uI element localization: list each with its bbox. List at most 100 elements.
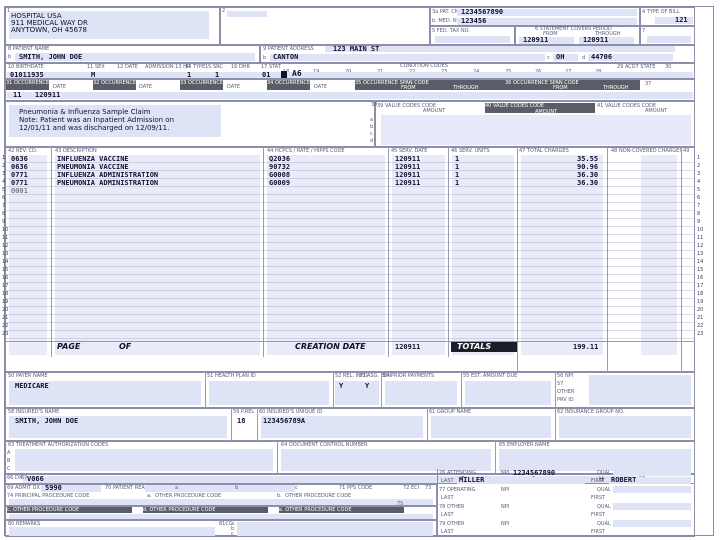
attending-qual-fill[interactable] xyxy=(613,469,691,476)
other-proc-fill[interactable] xyxy=(9,514,433,519)
field-7-fill[interactable] xyxy=(647,36,691,43)
col-sep xyxy=(333,372,334,408)
attending-last-value: MILLER xyxy=(459,476,485,484)
employer-label: 65 EMPLOYER NAME xyxy=(499,442,550,448)
payer-name-label: 50 PAYER NAME xyxy=(8,373,48,379)
row-separator xyxy=(5,274,695,275)
remarks-fill[interactable] xyxy=(9,527,215,536)
field-2-label: 2 xyxy=(222,8,226,14)
attending-qual-label: QUAL xyxy=(597,470,611,476)
other2-first-label: FIRST xyxy=(591,529,606,535)
fed-tax-fill[interactable] xyxy=(435,36,510,43)
asg-ben-value: Y xyxy=(365,382,370,390)
cc-fill[interactable] xyxy=(237,522,433,536)
field-2-fill[interactable] xyxy=(227,11,267,17)
other-label: OTHER xyxy=(557,389,575,395)
line-number: 6 xyxy=(2,195,6,201)
group-name-fill[interactable] xyxy=(431,416,551,438)
insured-name-value: SMITH, JOHN DOE xyxy=(15,417,79,425)
line-number: 7 xyxy=(2,203,6,209)
line-number: 5 xyxy=(697,187,701,193)
totals-label: TOTALS xyxy=(457,342,492,351)
occurrence-fill-a[interactable] xyxy=(7,92,693,99)
line-number: 1 xyxy=(2,155,6,161)
value-codes-39-amount: AMOUNT xyxy=(423,108,446,114)
row-separator xyxy=(5,330,695,331)
line-number: 19 xyxy=(697,299,704,305)
npi-56-label: 56 NPI xyxy=(557,373,574,379)
serv-units-header: 46 SERV. UNITS xyxy=(451,148,490,154)
occ-35-header: 35 OCCURRENCE SPAN CODE xyxy=(355,80,505,90)
dx-67-label: 67 xyxy=(21,475,28,481)
occ-33-header: 33 OCCURRENCE CODE xyxy=(180,80,239,90)
treatment-fill[interactable] xyxy=(15,449,273,471)
units-col-fill[interactable] xyxy=(452,155,514,355)
line-number: 3 xyxy=(697,171,701,177)
col-sep xyxy=(555,372,556,408)
health-plan-fill[interactable] xyxy=(209,381,329,405)
line-number: 11 xyxy=(2,235,9,241)
other1-qual-label: QUAL xyxy=(597,504,611,510)
other1-npi-label: NPI xyxy=(501,504,510,510)
row10-fill[interactable] xyxy=(7,72,693,78)
city-value: CANTON xyxy=(273,53,299,61)
payer-value: MEDICARE xyxy=(15,382,49,390)
eci-label: 72 ECI xyxy=(403,485,420,491)
birthdate-value: 01011935 xyxy=(10,71,44,79)
line-number: 14 xyxy=(2,259,9,265)
stat-marker xyxy=(281,71,287,78)
occ-34-header: 34 OCCURRENCE CODE xyxy=(267,80,326,90)
prior-pay-fill[interactable] xyxy=(385,381,457,405)
city-fill[interactable] xyxy=(270,54,545,61)
unique-id-label: 60 INSURED'S UNIQUE ID xyxy=(259,409,323,415)
p-rel-value: 18 xyxy=(237,417,246,425)
line-number: 2 xyxy=(697,163,701,169)
cc-c: c xyxy=(231,531,234,537)
est-amount-label: 55 EST. AMOUNT DUE xyxy=(463,373,518,379)
field-73-label: 73 xyxy=(425,485,432,491)
line-number: 12 xyxy=(2,243,9,249)
unique-id-value: 123456789A xyxy=(263,417,306,425)
reason-fill[interactable] xyxy=(145,485,295,492)
value-codes-fill[interactable] xyxy=(381,115,691,145)
treatment-row-b: B xyxy=(7,458,11,464)
birthdate-label: 10 BIRTHDATE xyxy=(8,64,44,70)
pat-cntl-value: 1234567890 xyxy=(461,8,504,16)
state-prefix: c xyxy=(547,55,550,61)
occ-31-header: 31 OCCURRENCE CODE xyxy=(6,80,65,90)
reason-c: c xyxy=(295,485,298,491)
row-separator xyxy=(5,290,695,291)
group-no-label: 62 INSURANCE GROUP NO. xyxy=(557,409,625,415)
line-number: 17 xyxy=(2,283,9,289)
doc-control-fill[interactable] xyxy=(281,449,491,471)
line-number: 21 xyxy=(2,315,9,321)
admission-type-value: 1 xyxy=(187,71,192,79)
dx-code-value: V066 xyxy=(27,475,44,483)
fed-tax-label: 5 FED. TAX NO. xyxy=(432,28,470,34)
remarks-line-2: Note: Patient was an Inpatient Admission… xyxy=(19,116,175,124)
reason-b: b xyxy=(235,485,239,491)
row-separator xyxy=(5,266,695,267)
admit-src-label: 15 SRC xyxy=(205,64,223,70)
principal-proc-fill[interactable] xyxy=(9,499,433,505)
group-name-label: 61 GROUP NAME xyxy=(429,409,472,415)
noncovered-col-fill[interactable] xyxy=(641,155,677,355)
other1-qual-fill[interactable] xyxy=(613,503,691,510)
npi-fill[interactable] xyxy=(589,375,691,405)
employer-fill[interactable] xyxy=(499,449,691,471)
creation-date-value: 120911 xyxy=(395,343,421,351)
operating-qual-fill[interactable] xyxy=(613,486,691,493)
other-proc-e-header: e. OTHER PROCEDURE CODE xyxy=(279,507,404,513)
line-number: 11 xyxy=(697,235,704,241)
line-number: 6 xyxy=(697,195,701,201)
row-separator xyxy=(5,234,695,235)
patient-name-label: 8 PATIENT NAME xyxy=(8,46,50,52)
zip-value: 44706 xyxy=(591,53,613,61)
line-number: 4 xyxy=(2,179,6,185)
sex-label: 11 SEX xyxy=(87,64,105,70)
group-no-fill[interactable] xyxy=(559,416,691,438)
other2-qual-fill[interactable] xyxy=(613,520,691,527)
est-amount-fill[interactable] xyxy=(465,381,551,405)
field-37-label: 37 xyxy=(645,81,652,87)
operating-label: 77 OPERATING xyxy=(439,487,476,493)
